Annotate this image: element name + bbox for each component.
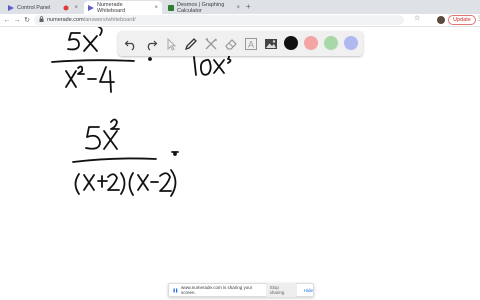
address-bar[interactable]: numerade.com /answers/whiteboard/ xyxy=(34,15,404,25)
stroke-fraction-bar-bottom xyxy=(72,157,157,163)
image-icon[interactable] xyxy=(262,35,279,52)
text-tool-glyph: A xyxy=(247,39,253,49)
stroke-five-bottom xyxy=(85,126,101,150)
tab-close-icon[interactable]: × xyxy=(74,5,78,11)
url-path: /answers/whiteboard/ xyxy=(83,17,136,23)
stroke-x-right xyxy=(213,59,225,74)
tab-close-icon[interactable]: × xyxy=(154,5,158,11)
bookmark-star-icon[interactable]: ☆ xyxy=(414,14,420,22)
handwriting-drawing xyxy=(51,27,232,197)
whiteboard-canvas[interactable] xyxy=(0,27,480,300)
stroke-x-top xyxy=(83,35,98,52)
numerade-favicon-icon xyxy=(88,4,94,11)
stroke-zero-right xyxy=(199,58,212,76)
color-swatch-green[interactable] xyxy=(324,36,338,50)
stroke-plus xyxy=(97,175,108,188)
tab-close-icon[interactable]: × xyxy=(236,5,240,11)
recording-dot-icon xyxy=(63,5,69,11)
stroke-exp-bottom xyxy=(110,118,120,130)
stroke-dot-top xyxy=(148,57,152,61)
pen-icon[interactable] xyxy=(182,35,199,52)
redo-icon[interactable] xyxy=(142,35,159,52)
stroke-exp-top xyxy=(98,27,103,36)
stroke-paren-open-1 xyxy=(74,173,80,195)
tab-strip: Control Panel × Numerade Whiteboard × De… xyxy=(0,0,480,14)
stroke-five-top xyxy=(67,32,81,51)
tab-title: Control Panel xyxy=(17,4,51,11)
hide-button[interactable]: Hide xyxy=(304,288,313,293)
stroke-paren-close-1 xyxy=(120,172,126,195)
stroke-x-bottom xyxy=(103,130,118,150)
desmos-favicon-icon xyxy=(168,4,174,11)
reload-button[interactable]: ↻ xyxy=(23,14,31,26)
update-button[interactable]: Update xyxy=(448,15,476,25)
stroke-fraction-bar-top xyxy=(51,59,135,63)
forward-button[interactable]: → xyxy=(13,14,21,26)
tab-desmos[interactable]: Desmos | Graphing Calculator × xyxy=(164,1,244,14)
stroke-one-right xyxy=(193,56,197,76)
lock-icon xyxy=(39,16,44,24)
color-swatch-blue[interactable] xyxy=(344,36,358,50)
whiteboard-toolbar: A xyxy=(118,31,363,56)
tab-title: Desmos | Graphing Calculator xyxy=(177,1,225,14)
control-panel-favicon-icon xyxy=(8,4,14,11)
stroke-four-top xyxy=(99,66,115,93)
tab-control-panel[interactable]: Control Panel × xyxy=(4,1,82,14)
browser-menu-icon[interactable]: ⋮ xyxy=(476,15,480,22)
text-icon[interactable]: A xyxy=(242,35,259,52)
undo-icon[interactable] xyxy=(122,35,139,52)
stroke-x-paren-1 xyxy=(83,174,95,191)
share-message: www.numerade.com is sharing your screen. xyxy=(181,285,253,295)
wrench-icon[interactable] xyxy=(202,35,219,52)
color-swatch-black[interactable] xyxy=(284,36,298,50)
stroke-two-paren-2 xyxy=(159,172,172,192)
stroke-cursor-mark xyxy=(173,152,177,156)
url-host: numerade.com xyxy=(47,17,84,23)
new-tab-button[interactable]: + xyxy=(246,2,251,11)
stroke-paren-close-2 xyxy=(170,169,177,197)
screen-share-banner: www.numerade.com is sharing your screen.… xyxy=(168,283,314,297)
tab-numerade-whiteboard[interactable]: Numerade Whiteboard × xyxy=(84,1,162,14)
stroke-exp-denominator xyxy=(77,65,85,75)
share-pause-icon xyxy=(173,288,178,293)
back-button[interactable]: ← xyxy=(3,14,11,26)
cursor-icon[interactable] xyxy=(162,35,179,52)
color-swatch-red[interactable] xyxy=(304,36,318,50)
browser-toolbar: ← → ↻ numerade.com /answers/whiteboard/ … xyxy=(0,14,480,27)
stop-sharing-button[interactable]: Stop sharing xyxy=(265,283,297,297)
profile-avatar[interactable] xyxy=(437,16,445,24)
stroke-two-paren-1 xyxy=(107,173,120,191)
stroke-x-denominator xyxy=(65,70,77,88)
stroke-paren-open-2 xyxy=(128,172,134,196)
eraser-icon[interactable] xyxy=(222,35,239,52)
stroke-x-paren-2 xyxy=(137,174,149,191)
tab-title: Numerade Whiteboard xyxy=(97,1,126,14)
